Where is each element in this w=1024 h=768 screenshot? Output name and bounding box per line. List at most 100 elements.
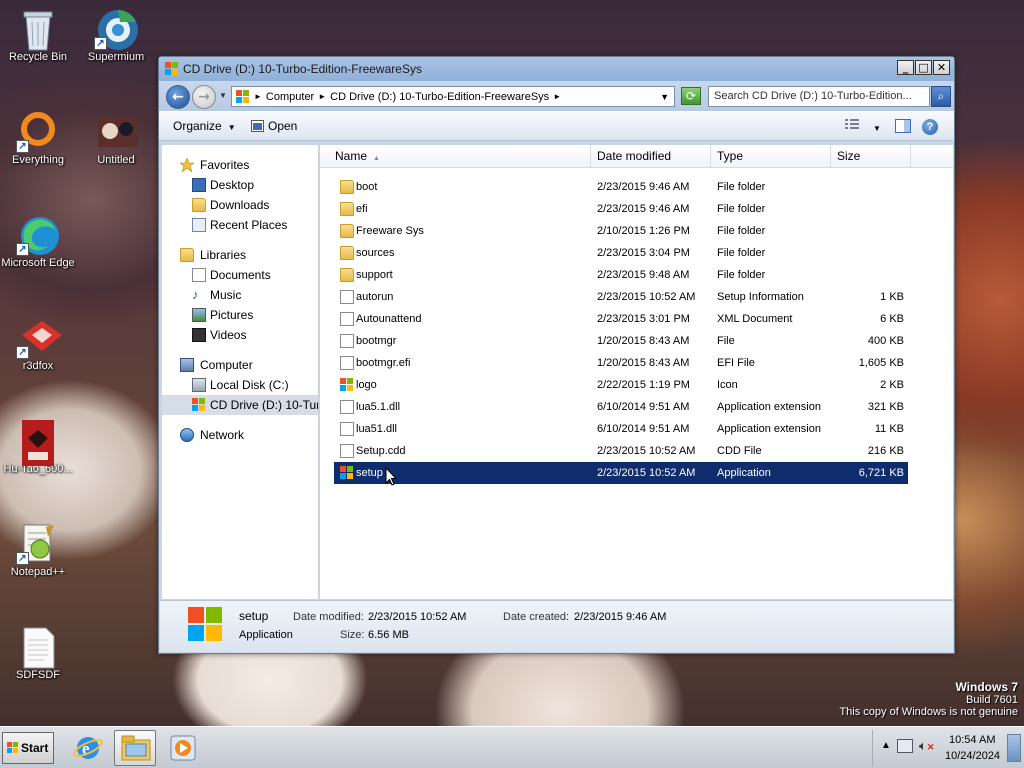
file-row[interactable]: efi 2/23/2015 9:46 AM File folder xyxy=(334,198,908,220)
file-row[interactable]: bootmgr.efi 1/20/2015 8:43 AM EFI File 1,60… xyxy=(334,352,908,374)
nav-network[interactable]: Network xyxy=(162,425,318,445)
shortcut-arrow-icon: ↗ xyxy=(16,243,29,256)
r3dfox-icon: ↗ xyxy=(16,317,62,359)
column-type-header[interactable]: Type xyxy=(711,145,831,168)
desktop-icon-notepadpp[interactable]: ↗ Notepad++ xyxy=(1,523,75,578)
desktop-icon-edge[interactable]: ↗ Microsoft Edge xyxy=(1,214,75,269)
search-input[interactable]: Search CD Drive (D:) 10-Turbo-Edition... xyxy=(708,86,930,107)
breadcrumb-computer[interactable]: Computer xyxy=(266,91,314,103)
nav-pictures[interactable]: Pictures xyxy=(162,305,318,325)
desktop-icon-everything[interactable]: ↗ Everything xyxy=(1,111,75,166)
column-size-header[interactable]: Size xyxy=(831,145,911,168)
chevron-right-icon[interactable]: ► xyxy=(254,92,262,101)
nav-favorites[interactable]: Favorites xyxy=(162,155,318,175)
file-row[interactable]: lua51.dll 6/10/2014 9:51 AM Application ex… xyxy=(334,418,908,440)
nav-desktop[interactable]: Desktop xyxy=(162,175,318,195)
desktop-icon-label: SDFSDF xyxy=(16,669,60,681)
file-date: 1/20/2015 8:43 AM xyxy=(597,335,690,347)
column-type-label: Type xyxy=(717,149,744,163)
nav-documents[interactable]: Documents xyxy=(162,265,318,285)
chevron-right-icon[interactable]: ► xyxy=(553,92,561,101)
file-name: logo xyxy=(356,379,377,391)
taskbar-internet-explorer[interactable]: e xyxy=(67,730,109,766)
open-button[interactable]: Open xyxy=(251,119,297,133)
desktop-icon-label: Supermium xyxy=(87,51,145,63)
chevron-down-icon[interactable]: ▼ xyxy=(660,92,669,102)
show-desktop-button[interactable] xyxy=(1007,734,1021,762)
desktop-icon-r3dfox[interactable]: ↗ r3dfox xyxy=(1,317,75,372)
dll-file-icon xyxy=(340,400,354,414)
shortcut-arrow-icon: ↗ xyxy=(16,140,29,153)
file-row[interactable]: boot 2/23/2015 9:46 AM File folder xyxy=(334,176,908,198)
music-icon: ♪ xyxy=(192,287,199,302)
desktop-icon-hu-tao[interactable]: Hu-Tao_600... xyxy=(1,420,75,475)
file-row[interactable]: autorun 2/23/2015 10:52 AM Setup Informati… xyxy=(334,286,908,308)
column-name-header[interactable]: Name ▲ xyxy=(329,145,591,168)
file-size: 400 KB xyxy=(867,335,904,347)
downloads-folder-icon xyxy=(192,198,206,212)
preview-pane-button[interactable] xyxy=(895,119,911,136)
watermark-os: Windows 7 xyxy=(955,680,1018,694)
windows-logo-icon xyxy=(188,607,222,641)
file-row[interactable]: sources 2/23/2015 3:04 PM File folder xyxy=(334,242,908,264)
file-size: 6 KB xyxy=(880,313,904,325)
desktop-icon-supermium[interactable]: ↗ Supermium xyxy=(79,8,153,63)
nav-libraries[interactable]: Libraries xyxy=(162,245,318,265)
file-row[interactable]: Autounattend 2/23/2015 3:01 PM XML Documen… xyxy=(334,308,908,330)
explorer-window: CD Drive (D:) 10-Turbo-Edition-FreewareS… xyxy=(158,56,955,654)
show-hidden-icons-button[interactable]: ▲ xyxy=(881,740,891,751)
organize-button[interactable]: Organize ▼ xyxy=(173,119,236,133)
desktop-icon-recycle-bin[interactable]: Recycle Bin xyxy=(1,8,75,63)
file-row[interactable]: Setup.cdd 2/23/2015 10:52 AM CDD File 216 K… xyxy=(334,440,908,462)
column-date-header[interactable]: Date modified xyxy=(591,145,711,168)
taskbar-file-explorer[interactable] xyxy=(114,730,156,766)
close-button[interactable]: ✕ xyxy=(933,60,950,75)
refresh-button[interactable]: ⟳ xyxy=(681,87,701,105)
file-explorer-icon xyxy=(121,735,151,761)
column-name-label: Name xyxy=(335,149,368,163)
nav-music[interactable]: ♪ Music xyxy=(162,285,318,305)
desktop-icon-sdfsdf[interactable]: SDFSDF xyxy=(1,626,75,681)
file-date: 2/22/2015 1:19 PM xyxy=(597,379,690,391)
start-button[interactable]: Start xyxy=(2,732,54,764)
chevron-right-icon[interactable]: ► xyxy=(318,92,326,101)
address-bar[interactable]: ► Computer ► CD Drive (D:) 10-Turbo-Edit… xyxy=(231,86,675,107)
maximize-button[interactable]: □ xyxy=(915,60,932,75)
folder-icon xyxy=(340,268,354,282)
details-modified-label: Date modified: xyxy=(293,611,364,623)
history-dropdown-icon[interactable]: ▼ xyxy=(219,91,227,100)
file-row[interactable]: lua5.1.dll 6/10/2014 9:51 AM Application e… xyxy=(334,396,908,418)
help-icon[interactable]: ? xyxy=(922,119,938,135)
file-date: 2/23/2015 9:46 AM xyxy=(597,203,690,215)
nav-cd-drive[interactable]: CD Drive (D:) 10-Turbo-Edition-FreewareS… xyxy=(162,395,318,415)
back-button[interactable]: ← xyxy=(166,85,190,109)
nav-recent-places[interactable]: Recent Places xyxy=(162,215,318,235)
text-file-icon xyxy=(18,626,58,669)
nav-downloads[interactable]: Downloads xyxy=(162,195,318,215)
file-row[interactable]: Freeware Sys 2/10/2015 1:26 PM File folder xyxy=(334,220,908,242)
breadcrumb-cd-drive[interactable]: CD Drive (D:) 10-Turbo-Edition-FreewareS… xyxy=(330,91,549,103)
file-row[interactable]: bootmgr 1/20/2015 8:43 AM File 400 KB xyxy=(334,330,908,352)
details-modified-value: 2/23/2015 10:52 AM xyxy=(368,611,467,623)
search-icon[interactable]: ⌕ xyxy=(931,86,951,107)
volume-muted-icon[interactable]: 🔈︎✕ xyxy=(919,738,934,754)
file-row[interactable]: support 2/23/2015 9:48 AM File folder xyxy=(334,264,908,286)
forward-button[interactable]: → xyxy=(192,85,216,109)
nav-videos[interactable]: Videos xyxy=(162,325,318,345)
desktop-icon-untitled[interactable]: Untitled xyxy=(79,111,153,166)
nav-label: Documents xyxy=(210,268,271,282)
view-options-button[interactable]: ▼ xyxy=(845,119,881,134)
recent-places-icon xyxy=(192,218,206,232)
clock-date[interactable]: 10/24/2024 xyxy=(945,750,1000,762)
network-tray-icon[interactable] xyxy=(897,739,913,753)
minimize-button[interactable]: _ xyxy=(897,60,914,75)
title-bar[interactable]: CD Drive (D:) 10-Turbo-Edition-FreewareS… xyxy=(159,57,954,81)
file-row[interactable]: logo 2/22/2015 1:19 PM Icon 2 KB xyxy=(334,374,908,396)
file-row[interactable]: setup 2/23/2015 10:52 AM Application 6,721 … xyxy=(334,462,908,484)
nav-local-disk[interactable]: Local Disk (C:) xyxy=(162,375,318,395)
folder-icon xyxy=(340,224,354,238)
nav-computer[interactable]: Computer xyxy=(162,355,318,375)
taskbar-media-player[interactable] xyxy=(163,730,205,766)
clock-time[interactable]: 10:54 AM xyxy=(949,734,995,746)
file-type: Application extension xyxy=(717,401,821,413)
